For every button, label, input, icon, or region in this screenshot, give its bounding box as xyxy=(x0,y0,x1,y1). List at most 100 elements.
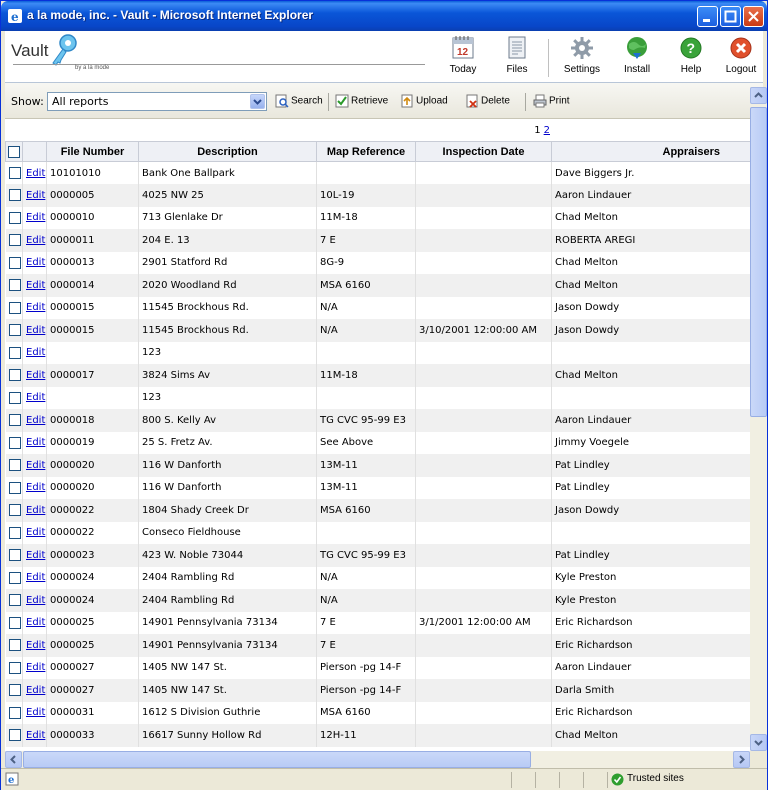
edit-link[interactable]: Edit xyxy=(26,212,45,223)
row-checkbox[interactable] xyxy=(8,526,21,539)
edit-link[interactable]: Edit xyxy=(26,505,45,516)
scroll-up-button[interactable] xyxy=(750,87,767,104)
edit-link[interactable]: Edit xyxy=(26,550,45,561)
horizontal-scrollbar[interactable] xyxy=(5,751,750,768)
row-checkbox[interactable] xyxy=(8,571,21,584)
row-checkbox[interactable] xyxy=(8,211,21,224)
maximize-icon xyxy=(724,10,737,23)
row-checkbox[interactable] xyxy=(8,594,21,607)
horizontal-scroll-thumb[interactable] xyxy=(23,751,531,768)
nav-files-button[interactable]: Files xyxy=(499,35,535,81)
row-edit-cell: Edit xyxy=(22,364,47,387)
edit-link[interactable]: Edit xyxy=(26,662,45,673)
chevron-left-icon xyxy=(10,755,16,764)
edit-link[interactable]: Edit xyxy=(26,707,45,718)
vertical-scrollbar[interactable] xyxy=(750,87,767,751)
edit-link[interactable]: Edit xyxy=(26,280,45,291)
search-button[interactable]: Search xyxy=(275,94,323,110)
table-row: Edit 10101010 Bank One Ballpark Dave Bigger… xyxy=(5,161,750,184)
row-checkbox[interactable] xyxy=(8,481,21,494)
nav-settings-button[interactable]: Settings xyxy=(559,35,605,81)
column-header-appraisers[interactable]: Appraisers xyxy=(551,141,750,162)
edit-link[interactable]: Edit xyxy=(26,325,45,336)
scroll-left-button[interactable] xyxy=(5,751,22,768)
row-checkbox[interactable] xyxy=(8,346,21,359)
edit-link[interactable]: Edit xyxy=(26,640,45,651)
edit-link[interactable]: Edit xyxy=(26,617,45,628)
edit-link[interactable]: Edit xyxy=(26,347,45,358)
edit-link[interactable]: Edit xyxy=(26,235,45,246)
title-bar[interactable]: e a la mode, inc. - Vault - Microsoft In… xyxy=(1,1,767,31)
search-label: Search xyxy=(291,95,323,107)
select-all-checkbox[interactable] xyxy=(8,145,20,158)
edit-link[interactable]: Edit xyxy=(26,257,45,268)
row-checkbox[interactable] xyxy=(8,301,21,314)
row-checkbox[interactable] xyxy=(8,504,21,517)
edit-link[interactable]: Edit xyxy=(26,415,45,426)
vertical-scroll-thumb[interactable] xyxy=(750,107,767,417)
row-checkbox[interactable] xyxy=(8,706,21,719)
row-checkbox[interactable] xyxy=(8,661,21,674)
appraiser-cell: Pat Lindley xyxy=(551,476,750,499)
delete-button[interactable]: Delete xyxy=(465,94,510,110)
row-checkbox[interactable] xyxy=(8,167,21,179)
maximize-button[interactable] xyxy=(720,6,741,27)
svg-text:?: ? xyxy=(687,40,696,56)
row-checkbox[interactable] xyxy=(8,639,21,652)
edit-link[interactable]: Edit xyxy=(26,370,45,381)
edit-link[interactable]: Edit xyxy=(26,460,45,471)
edit-link[interactable]: Edit xyxy=(26,527,45,538)
row-checkbox[interactable] xyxy=(8,549,21,562)
chevron-down-icon[interactable] xyxy=(250,94,265,109)
row-checkbox[interactable] xyxy=(8,414,21,427)
edit-link[interactable]: Edit xyxy=(26,302,45,313)
scroll-right-button[interactable] xyxy=(733,751,750,768)
select-all-header[interactable] xyxy=(5,141,23,162)
row-checkbox[interactable] xyxy=(8,369,21,382)
column-header-inspection-date[interactable]: Inspection Date xyxy=(415,141,552,162)
row-checkbox[interactable] xyxy=(8,256,21,269)
row-checkbox[interactable] xyxy=(8,324,21,337)
upload-button[interactable]: Upload xyxy=(400,94,448,110)
pager-page-link[interactable]: 2 xyxy=(544,125,550,136)
row-checkbox[interactable] xyxy=(8,459,21,472)
column-header-file-number[interactable]: File Number xyxy=(46,141,139,162)
status-bar: e Trusted sites xyxy=(1,768,767,790)
edit-link[interactable]: Edit xyxy=(26,482,45,493)
minimize-button[interactable] xyxy=(697,6,718,27)
row-checkbox[interactable] xyxy=(8,436,21,449)
row-checkbox[interactable] xyxy=(8,391,21,404)
row-checkbox[interactable] xyxy=(8,234,21,247)
row-checkbox[interactable] xyxy=(8,616,21,629)
nav-today-button[interactable]: 12 Today xyxy=(445,35,481,81)
edit-link[interactable]: Edit xyxy=(26,190,45,201)
nav-help-button[interactable]: ? Help xyxy=(673,35,709,81)
row-checkbox[interactable] xyxy=(8,684,21,697)
description-cell: 116 W Danforth xyxy=(138,476,317,499)
row-checkbox[interactable] xyxy=(8,189,21,202)
column-header-description[interactable]: Description xyxy=(138,141,317,162)
edit-link[interactable]: Edit xyxy=(26,437,45,448)
show-reports-select[interactable]: All reports xyxy=(47,92,267,111)
print-button[interactable]: Print xyxy=(533,94,570,110)
edit-link[interactable]: Edit xyxy=(26,595,45,606)
edit-link[interactable]: Edit xyxy=(26,685,45,696)
inspection-date-cell xyxy=(415,476,552,499)
row-checkbox[interactable] xyxy=(8,729,21,742)
nav-logout-button[interactable]: Logout xyxy=(721,35,761,81)
appraiser-cell: Kyle Preston xyxy=(551,589,750,612)
install-globe-icon xyxy=(627,37,647,59)
nav-install-button[interactable]: Install xyxy=(617,35,657,81)
edit-link[interactable]: Edit xyxy=(26,572,45,583)
scroll-down-button[interactable] xyxy=(750,734,767,751)
show-select-value: All reports xyxy=(52,95,109,108)
column-header-map-reference[interactable]: Map Reference xyxy=(316,141,416,162)
retrieve-button[interactable]: Retrieve xyxy=(335,94,388,110)
edit-link[interactable]: Edit xyxy=(26,168,45,179)
edit-link[interactable]: Edit xyxy=(26,730,45,741)
close-button[interactable] xyxy=(743,6,764,27)
edit-link[interactable]: Edit xyxy=(26,392,45,403)
reports-grid-area: 12 File Number Description Map Reference… xyxy=(5,119,750,751)
description-cell: 1405 NW 147 St. xyxy=(138,656,317,679)
row-checkbox[interactable] xyxy=(8,279,21,292)
